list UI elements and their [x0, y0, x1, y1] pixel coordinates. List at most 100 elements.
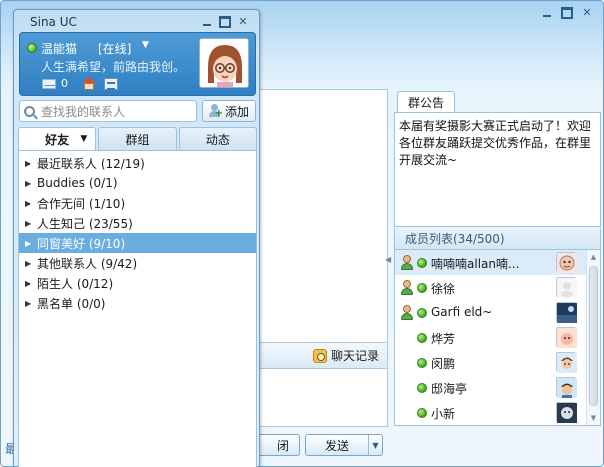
close-icon[interactable] — [237, 16, 249, 28]
home-icon[interactable] — [82, 77, 97, 90]
maximize-icon[interactable] — [219, 16, 231, 28]
group-label: 同窗美好 (9/10) — [37, 236, 126, 251]
member-avatar — [556, 277, 577, 298]
tab-friends-label: 好友 — [45, 133, 70, 147]
member-row[interactable]: 喃喃喃allan喃... — [395, 250, 600, 275]
member-row[interactable]: Garfi eld~ — [395, 300, 600, 325]
online-status-icon — [417, 258, 427, 268]
add-user-icon: + — [208, 104, 223, 119]
expand-triangle-icon[interactable]: ▶ — [25, 299, 37, 308]
online-status-icon — [417, 308, 427, 318]
tab-groups[interactable]: 群组 — [98, 127, 177, 151]
signature[interactable]: 人生满希望，前路由我创。 — [41, 58, 185, 75]
contact-group-classmates[interactable]: ▶ 同窗美好 (9/10) — [19, 233, 256, 253]
member-row[interactable]: 小新 — [395, 400, 600, 425]
search-icon — [24, 105, 35, 117]
chevron-down-icon[interactable]: ▼ — [142, 40, 149, 50]
chat-history-label: 聊天记录 — [330, 349, 379, 363]
collapse-arrow-icon[interactable]: ◀ — [385, 255, 391, 264]
group-label: 陌生人 (0/12) — [37, 276, 114, 291]
group-label: 人生知己 (23/55) — [37, 216, 133, 231]
window-title: Sina UC — [30, 15, 77, 29]
online-status-icon — [417, 333, 427, 343]
add-contact-button[interactable]: + 添加 — [202, 100, 256, 122]
contact-group-partners[interactable]: ▶ 合作无间 (1/10) — [19, 193, 256, 213]
contact-group-blacklist[interactable]: ▶ 黑名单 (0/0) — [19, 293, 256, 313]
close-icon[interactable] — [581, 7, 593, 19]
member-avatar — [556, 402, 577, 423]
contact-search-input[interactable]: 查找我的联系人 — [19, 100, 197, 122]
maximize-icon[interactable] — [561, 7, 573, 19]
group-label: 最近联系人 (12/19) — [37, 156, 145, 171]
profile-panel: 温能猫 [在线] ▼ 人生满希望，前路由我创。 0 — [19, 32, 256, 96]
admin-icon — [400, 280, 414, 295]
scrollbar-thumb[interactable] — [589, 266, 598, 406]
member-row[interactable]: 闵鹏 — [395, 350, 600, 375]
expand-triangle-icon[interactable]: ▶ — [25, 199, 37, 208]
member-list: 喃喃喃allan喃... 徐徐 Garfi eld~ 烨芳 闵鹏 邸海亭 小新 … — [394, 250, 601, 426]
contact-group-list: ▶ 最近联系人 (12/19) ▶ Buddies (0/1) ▶ 合作无间 (1/1… — [18, 150, 257, 467]
expand-triangle-icon[interactable]: ▶ — [25, 159, 37, 168]
mail-count: 0 — [61, 77, 68, 90]
online-status-icon — [417, 358, 427, 368]
contact-tabs: 好友 ▼ 群组 动态 — [18, 127, 257, 151]
group-label: 黑名单 (0/0) — [37, 296, 106, 311]
expand-triangle-icon[interactable]: ▶ — [25, 239, 37, 248]
minimize-icon[interactable] — [541, 7, 553, 19]
member-row[interactable]: 徐徐 — [395, 275, 600, 300]
contact-group-buddies[interactable]: ▶ Buddies (0/1) — [19, 173, 256, 193]
avatar[interactable] — [199, 38, 249, 88]
member-avatar — [556, 302, 577, 323]
contact-group-close-friends[interactable]: ▶ 人生知己 (23/55) — [19, 213, 256, 233]
member-name: 喃喃喃allan喃... — [431, 257, 520, 271]
tab-feed-label: 动态 — [205, 133, 230, 147]
admin-icon — [400, 255, 414, 270]
send-button-label: 发送 — [324, 438, 349, 453]
scroll-down-icon[interactable]: ▼ — [587, 411, 600, 425]
contact-group-others[interactable]: ▶ 其他联系人 (9/42) — [19, 253, 256, 273]
admin-icon — [400, 305, 414, 320]
send-options-dropdown[interactable]: ▼ — [368, 435, 382, 455]
contact-group-strangers[interactable]: ▶ 陌生人 (0/12) — [19, 273, 256, 293]
search-placeholder: 查找我的联系人 — [41, 104, 126, 119]
group-label: 其他联系人 (9/42) — [37, 256, 138, 271]
member-name: 徐徐 — [431, 282, 456, 296]
chat-message-area[interactable] — [250, 89, 388, 343]
mail-icon[interactable] — [42, 79, 56, 89]
group-label: Buddies (0/1) — [37, 176, 118, 190]
app-box-icon[interactable] — [104, 78, 118, 90]
message-input[interactable] — [250, 369, 388, 427]
online-status-icon — [417, 283, 427, 293]
minimize-icon[interactable] — [201, 16, 213, 28]
member-avatar — [556, 352, 577, 373]
online-status-icon — [417, 408, 427, 418]
add-button-label: 添加 — [224, 104, 249, 119]
member-name: 邸海亭 — [431, 382, 468, 396]
expand-triangle-icon[interactable]: ▶ — [25, 279, 37, 288]
clock-icon — [312, 348, 327, 363]
status-selector[interactable]: [在线] — [98, 40, 131, 57]
online-status-icon — [417, 383, 427, 393]
member-avatar — [556, 327, 577, 348]
member-list-header: 成员列表(34/500) — [394, 228, 601, 250]
chat-history-button[interactable]: 聊天记录 — [312, 347, 379, 364]
expand-triangle-icon[interactable]: ▶ — [25, 179, 37, 188]
send-button[interactable]: 发送 ▼ — [305, 434, 383, 456]
chevron-down-icon[interactable]: ▼ — [80, 134, 87, 144]
member-name: 闵鹏 — [431, 357, 456, 371]
close-button-label: 闭 — [276, 438, 289, 453]
contact-group-recent[interactable]: ▶ 最近联系人 (12/19) — [19, 153, 256, 173]
expand-triangle-icon[interactable]: ▶ — [25, 259, 37, 268]
member-name: Garfi eld~ — [431, 305, 493, 319]
tab-friends[interactable]: 好友 ▼ — [18, 127, 97, 151]
tab-feed[interactable]: 动态 — [178, 127, 257, 151]
scroll-up-icon[interactable]: ▲ — [587, 250, 600, 264]
online-status-icon — [27, 43, 37, 53]
tab-group-notice[interactable]: 群公告 — [397, 91, 455, 113]
member-row[interactable]: 烨芳 — [395, 325, 600, 350]
member-name: 烨芳 — [431, 332, 456, 346]
member-row[interactable]: 邸海亭 — [395, 375, 600, 400]
member-list-scrollbar[interactable]: ▲ ▼ — [586, 250, 600, 425]
member-avatar — [556, 252, 577, 273]
expand-triangle-icon[interactable]: ▶ — [25, 219, 37, 228]
